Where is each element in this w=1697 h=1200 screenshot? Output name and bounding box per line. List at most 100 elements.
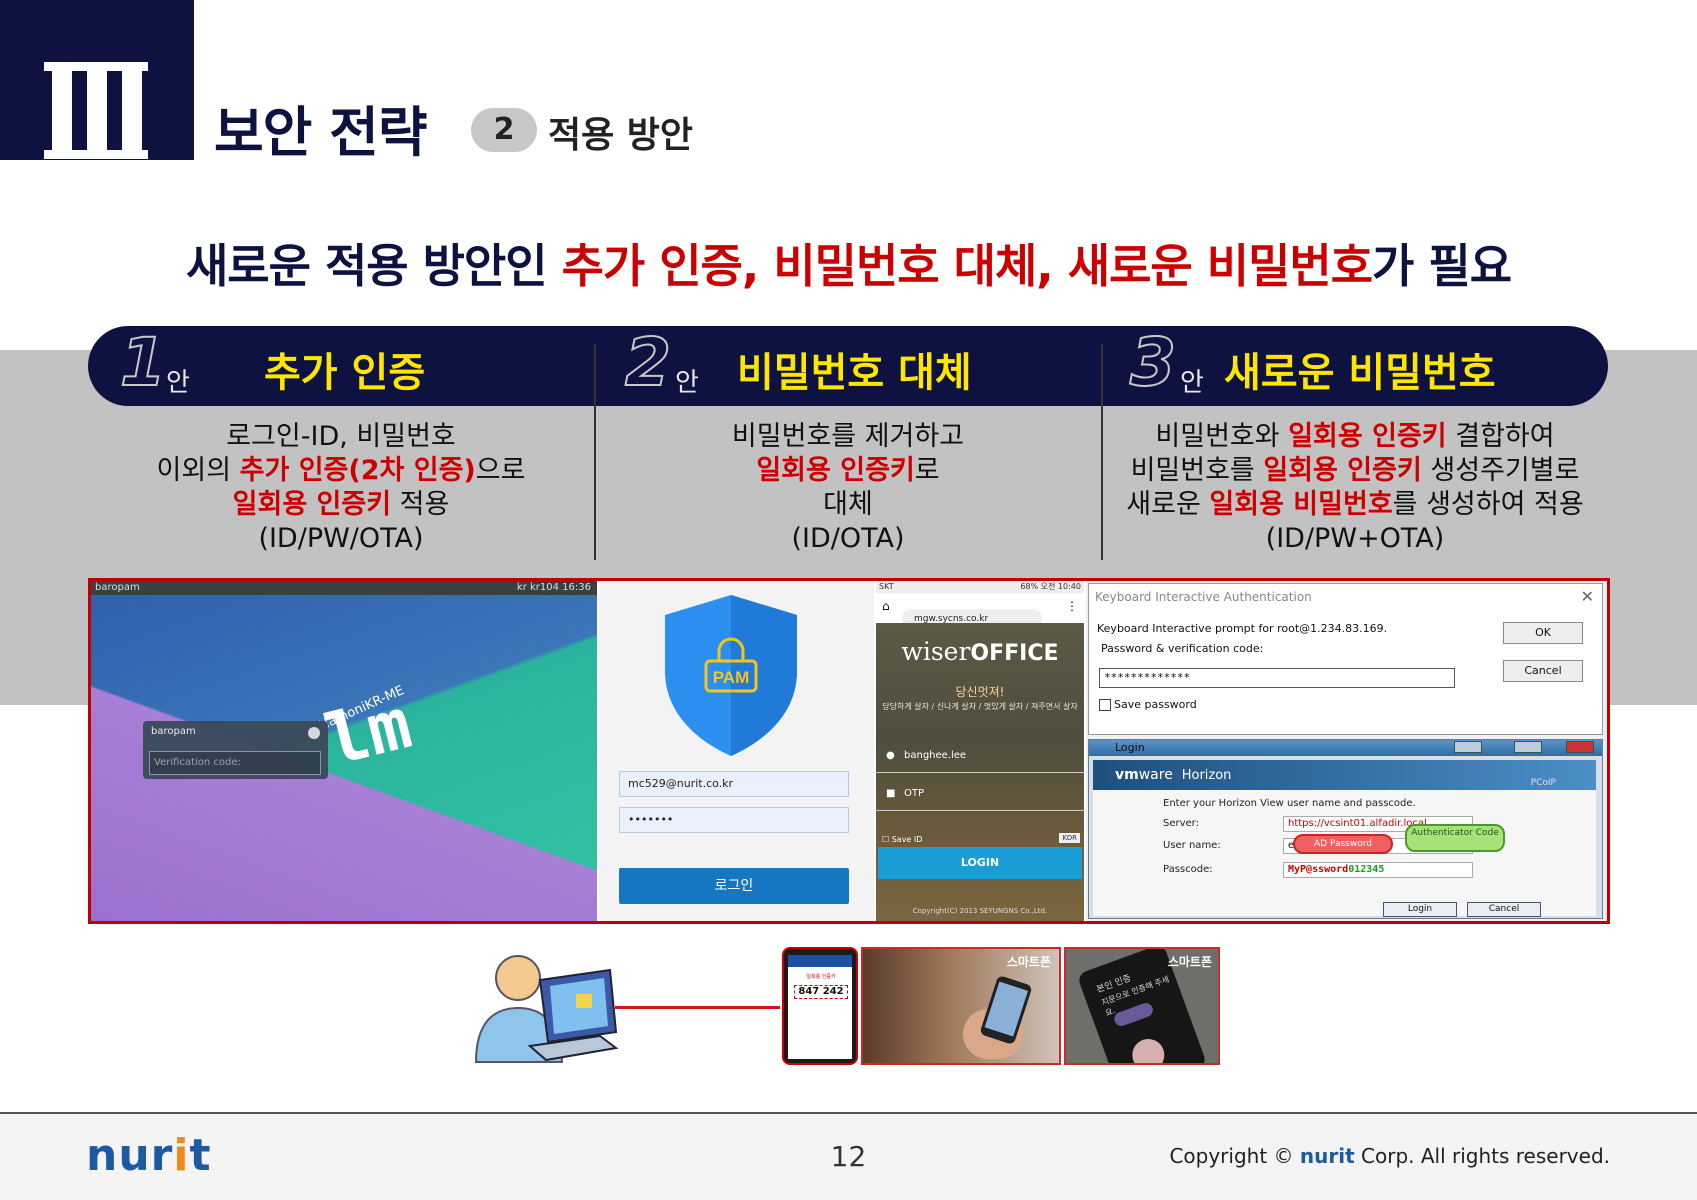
brand-ware: ware: [1138, 767, 1173, 783]
maximize-icon[interactable]: [1514, 741, 1542, 753]
user-id-field[interactable]: ● banghee.lee: [876, 739, 1084, 773]
highlight-text: 일회용 비밀번호: [1209, 489, 1393, 520]
topbar-status: kr kr104 16:36: [516, 582, 591, 593]
highlight-text: 추가 인증(2차 인증): [239, 455, 476, 486]
brand-product: Horizon: [1181, 768, 1232, 783]
highlight-text: 일회용 인증키: [1263, 455, 1422, 486]
password-field[interactable]: •••••••: [619, 807, 849, 833]
vmware-cancel-button[interactable]: Cancel: [1467, 902, 1541, 917]
headline-part3: 가 필요: [1372, 239, 1512, 293]
description-line: 이외의 추가 인증(2차 인증)으로: [91, 454, 591, 488]
authenticator-code-callout: Authenticator Code: [1405, 824, 1505, 852]
save-password-checkbox[interactable]: Save password: [1099, 698, 1197, 711]
user-icon: ●: [886, 750, 895, 761]
save-id-checkbox[interactable]: ☐ Save ID: [882, 835, 922, 844]
option-1-an: 안: [166, 368, 190, 398]
minimize-icon[interactable]: [1454, 741, 1482, 753]
dialog-title: Keyboard Interactive Authentication: [1095, 590, 1312, 604]
browser-urlbar: ⌂ mgw.sycns.co.kr ⋮: [876, 593, 1084, 629]
passcode-pw-part: MyP@ssword: [1288, 864, 1349, 875]
login-button[interactable]: 로그인: [619, 868, 849, 904]
description-text: 새로운: [1126, 489, 1210, 520]
vmware-form: Enter your Horizon View user name and pa…: [1093, 790, 1596, 916]
wiser-login-button[interactable]: LOGIN: [878, 847, 1082, 879]
screenshot-strip: baropam kr kr104 16:36 HamoniKR-ME lm ba…: [88, 578, 1610, 924]
description-text: 를 생성하여 적용: [1392, 489, 1584, 520]
email-field[interactable]: mc529@nurit.co.kr: [619, 771, 849, 797]
vmware-horizon-login: Login vmware Horizon PCoIP Enter your Ho…: [1088, 739, 1603, 919]
vmware-brand-bar: vmware Horizon PCoIP: [1093, 760, 1596, 790]
tagline: 당신멋져!: [955, 685, 1005, 699]
description-line: 로그인-ID, 비밀번호: [91, 420, 591, 454]
wiser-copyright: Copyright(C) 2013 SEYUNGNS Co.,Ltd.: [912, 907, 1048, 915]
session-icon[interactable]: [308, 727, 320, 739]
copyright-text: Corp. All rights reserved.: [1354, 1144, 1610, 1168]
menu-icon[interactable]: ⋮: [1066, 599, 1078, 613]
option-2-header: 2 안 비밀번호 대체: [624, 323, 1095, 406]
column-divider: [594, 344, 596, 560]
server-label: Server:: [1163, 818, 1199, 829]
option-1-header: 1 안 추가 인증: [119, 323, 590, 406]
option-3-number: 3: [1129, 323, 1177, 402]
description-text: 비밀번호를 제거하고: [731, 421, 965, 452]
password-label: Password & verification code:: [1101, 642, 1264, 655]
highlight-text: 일회용 인증키: [1288, 421, 1447, 452]
copyright-brand: nurit: [1299, 1144, 1355, 1168]
lock-icon: ■: [886, 788, 896, 799]
roman-numeral-three: [0, 0, 194, 160]
cancel-button[interactable]: Cancel: [1503, 660, 1583, 682]
carrier: SKT: [879, 582, 894, 591]
description-text: 비밀번호와: [1155, 421, 1289, 452]
password-verification-field[interactable]: *************: [1099, 668, 1455, 688]
otp-header: 일회용 인증키: [806, 974, 836, 980]
description-text: 로그인-ID, 비밀번호: [226, 421, 456, 452]
mint-desktop-panel: baropam kr kr104 16:36 HamoniKR-ME lm ba…: [91, 581, 597, 921]
desktop-topbar: baropam kr kr104 16:36: [91, 581, 597, 595]
tagline-sub: 당당하게 살자 / 신나게 살자 / 멋있게 살자 / 져주면서 살자: [882, 702, 1078, 711]
description-line: 비밀번호와 일회용 인증키 결합하여: [1105, 420, 1605, 454]
option-1-title: 추가 인증: [264, 350, 426, 396]
copyright: Copyright © nurit Corp. All rights reser…: [1169, 1144, 1610, 1168]
option-2-title: 비밀번호 대체: [737, 350, 972, 396]
fingerprint-phone-photo: 본인 인증 지문으로 인증해 주세요. 스마트폰: [1064, 947, 1220, 1065]
keyboard-interactive-dialog: Keyboard Interactive Authentication ✕ Ke…: [1088, 583, 1603, 735]
auth-dialogs-panel: Keyboard Interactive Authentication ✕ Ke…: [1086, 581, 1607, 921]
step-badge: 2: [471, 108, 537, 152]
smartphone-photo: 스마트폰: [861, 947, 1061, 1065]
logo-bold: OFFICE: [970, 641, 1059, 666]
fingerprint-icon: [1127, 1034, 1169, 1063]
language-select[interactable]: KOR: [1059, 833, 1080, 843]
save-id-label: Save ID: [891, 835, 923, 844]
description-text: 으로: [475, 455, 526, 486]
description-text: 로: [914, 455, 940, 486]
verification-code-field[interactable]: Verification code:: [149, 751, 321, 775]
login-username: baropam: [151, 726, 196, 737]
description-text: 이외의: [156, 455, 240, 486]
option-2-number: 2: [624, 323, 672, 402]
vmware-login-button[interactable]: Login: [1383, 902, 1457, 917]
smartphone-label: 스마트폰: [1006, 955, 1051, 969]
dialog-prompt: Keyboard Interactive prompt for root@1.2…: [1097, 622, 1388, 635]
otp-code: 847 242: [794, 985, 848, 999]
close-icon[interactable]: [1566, 741, 1594, 753]
section-numeral-block: [0, 0, 194, 160]
passcode-otp-part: 012345: [1348, 864, 1385, 875]
step-label: 적용 방안: [548, 115, 694, 156]
description-line: 비밀번호를 제거하고: [598, 420, 1098, 454]
description-line: 일회용 인증키 적용: [91, 488, 591, 522]
home-icon[interactable]: ⌂: [882, 599, 890, 613]
passcode-label: Passcode:: [1163, 864, 1213, 875]
smartphone-label: 스마트폰: [1167, 955, 1212, 969]
description-line: 새로운 일회용 비밀번호를 생성하여 적용: [1105, 488, 1605, 522]
otp-field[interactable]: ■ OTP: [876, 777, 1084, 811]
option-1-number: 1: [119, 323, 167, 402]
option-1-description: 로그인-ID, 비밀번호 이외의 추가 인증(2차 인증)으로 일회용 인증키 적용…: [91, 420, 591, 556]
description-text: (ID/PW/OTA): [258, 523, 424, 554]
user-id-value: banghee.lee: [904, 750, 967, 761]
description-text: 적용: [391, 489, 450, 520]
user-at-laptop-icon: [474, 955, 619, 1063]
passcode-field[interactable]: MyP@ssword012345: [1283, 862, 1473, 878]
close-icon[interactable]: ✕: [1581, 587, 1594, 606]
ok-button[interactable]: OK: [1503, 622, 1583, 644]
description-line: (ID/PW/OTA): [91, 522, 591, 556]
